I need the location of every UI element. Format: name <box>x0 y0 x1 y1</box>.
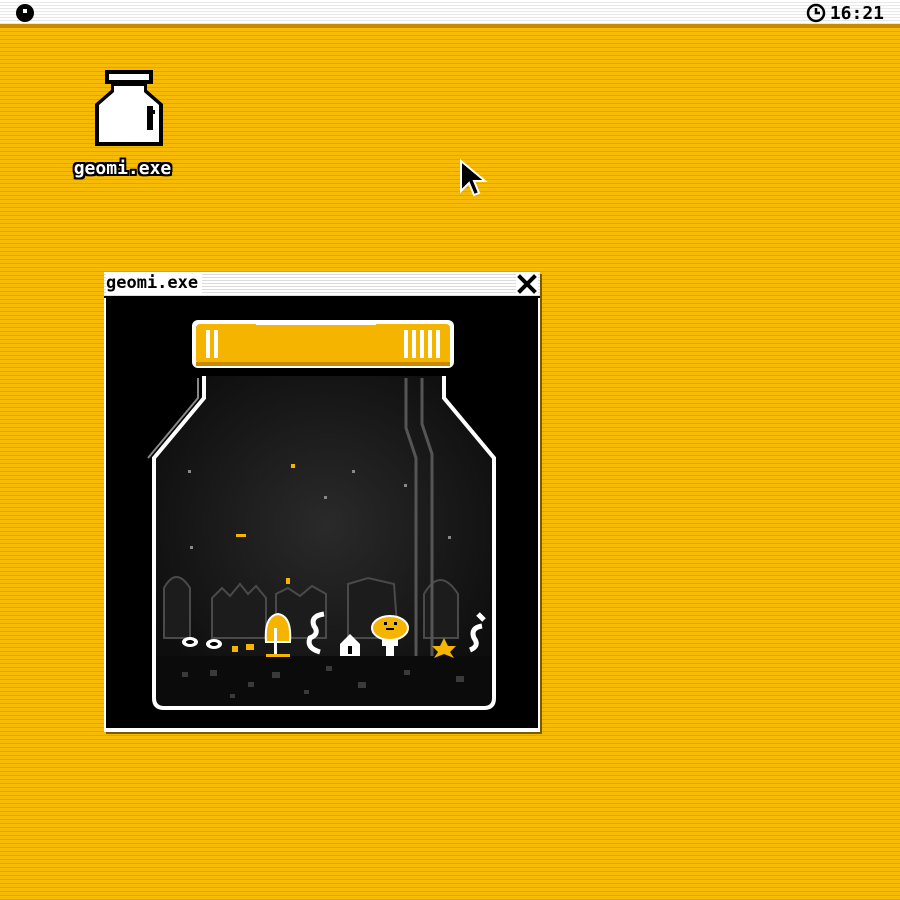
desktop-icon-label: geomi.exe <box>73 158 172 179</box>
app-window[interactable]: geomi.exe <box>104 272 540 732</box>
window-titlebar[interactable]: geomi.exe <box>104 272 540 298</box>
jar-icon <box>94 70 163 146</box>
close-button[interactable] <box>516 273 538 295</box>
game-viewport[interactable] <box>106 298 538 728</box>
menu-clock: 16:21 <box>806 2 884 24</box>
jar-lid[interactable] <box>192 320 454 368</box>
cactus-silhouette <box>163 576 191 639</box>
bush-silhouette <box>211 582 267 639</box>
terrarium-scene[interactable] <box>106 298 538 728</box>
desktop-icon-geomi[interactable]: geomi.exe <box>60 70 185 190</box>
system-menu-icon[interactable] <box>16 4 34 22</box>
close-icon <box>517 274 537 294</box>
mouse-cursor-icon <box>460 158 488 197</box>
clock-time: 16:21 <box>829 2 884 24</box>
menu-bar: 16:21 <box>0 0 900 28</box>
window-title: geomi.exe <box>106 273 203 293</box>
clock-icon <box>806 3 826 23</box>
